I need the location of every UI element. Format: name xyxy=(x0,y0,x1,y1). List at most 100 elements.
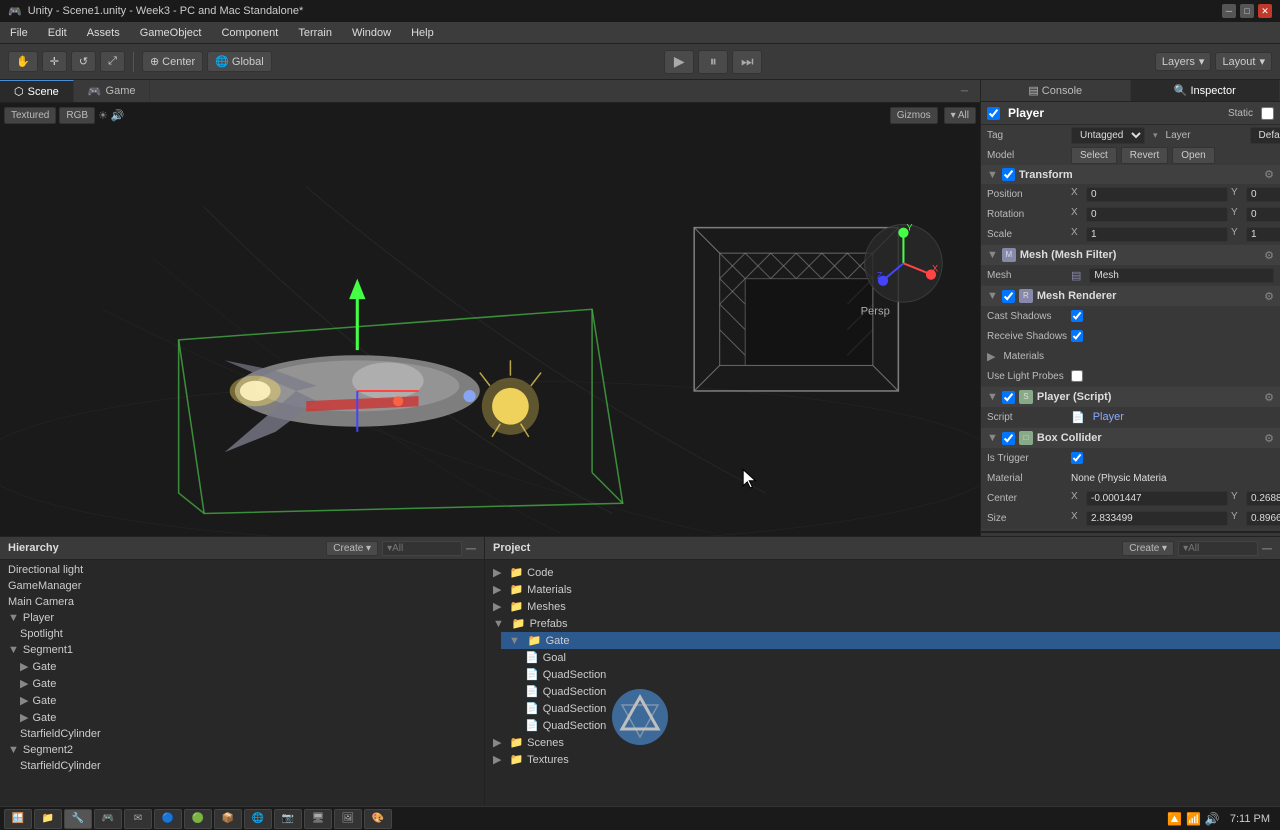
layout-dropdown[interactable]: Layout ▾ xyxy=(1215,52,1272,71)
taskbar-task7[interactable]: 🌐 xyxy=(244,809,272,829)
menu-file[interactable]: File xyxy=(0,25,38,41)
project-textures-folder[interactable]: ▶ 📁 Textures xyxy=(485,751,1280,768)
hierarchy-item-spotlight[interactable]: Spotlight xyxy=(12,626,484,642)
scale-tool-button[interactable]: ⤢ xyxy=(100,51,125,72)
taskbar-task4[interactable]: 🔵 xyxy=(154,809,182,829)
inspector-tab[interactable]: 🔍 Inspector xyxy=(1131,80,1280,101)
textured-button[interactable]: Textured xyxy=(4,107,56,124)
move-tool-button[interactable]: ✛ xyxy=(42,51,67,72)
project-create-button[interactable]: Create ▾ xyxy=(1122,541,1174,556)
object-active-checkbox[interactable] xyxy=(987,107,1000,120)
pos-x-field[interactable]: 0 xyxy=(1086,187,1228,202)
use-light-probes-checkbox[interactable] xyxy=(1071,370,1083,382)
layers-dropdown[interactable]: Layers ▾ xyxy=(1155,52,1212,71)
project-scenes-folder[interactable]: ▶ 📁 Scenes xyxy=(485,734,1280,751)
menu-gameobject[interactable]: GameObject xyxy=(130,25,212,41)
taskbar-explorer[interactable]: 📁 xyxy=(34,809,62,829)
hierarchy-item-gate-3[interactable]: ▶ Gate xyxy=(12,692,484,709)
menu-window[interactable]: Window xyxy=(342,25,401,41)
box-collider-enabled[interactable] xyxy=(1002,432,1015,445)
player-script-header[interactable]: ▼ S Player (Script) ⚙ xyxy=(981,387,1280,407)
pivot-center-button[interactable]: ⊕ Center xyxy=(142,51,203,72)
project-quadsection-1[interactable]: 📄 QuadSection xyxy=(517,666,1280,683)
project-gate-folder[interactable]: ▼ 📁 Gate xyxy=(501,632,1280,649)
minimize-button[interactable]: ─ xyxy=(1222,4,1236,18)
hierarchy-item-player[interactable]: ▼ Player xyxy=(0,610,484,626)
hierarchy-collapse-btn[interactable]: ─ xyxy=(466,540,476,556)
center-y-field[interactable]: 0.2688845 xyxy=(1246,491,1280,506)
taskbar-task1[interactable]: 🔧 xyxy=(64,809,92,829)
static-checkbox[interactable] xyxy=(1261,107,1274,120)
all-layers-button[interactable]: ▾ All xyxy=(944,107,976,124)
script-enabled[interactable] xyxy=(1002,391,1015,404)
space-global-button[interactable]: 🌐 Global xyxy=(207,51,272,72)
menu-help[interactable]: Help xyxy=(401,25,444,41)
hierarchy-item-gamemanager[interactable]: GameManager xyxy=(0,578,484,594)
scale-x-field[interactable]: 1 xyxy=(1086,227,1228,242)
menu-assets[interactable]: Assets xyxy=(77,25,130,41)
hierarchy-item-starfield-2[interactable]: StarfieldCylinder xyxy=(12,758,484,774)
menu-component[interactable]: Component xyxy=(211,25,288,41)
size-y-field[interactable]: 0.8966 xyxy=(1246,511,1280,526)
layer-dropdown[interactable]: Default xyxy=(1250,127,1280,144)
rot-x-field[interactable]: 0 xyxy=(1086,207,1228,222)
game-tab[interactable]: 🎮 Game xyxy=(74,80,151,102)
mesh-field[interactable]: Mesh xyxy=(1089,268,1274,283)
taskbar-task6[interactable]: 📦 xyxy=(214,809,242,829)
transform-header[interactable]: ▼ Transform ⚙ xyxy=(981,165,1280,184)
box-collider-header[interactable]: ▼ □ Box Collider ⚙ xyxy=(981,428,1280,448)
hierarchy-item-gate-2[interactable]: ▶ Gate xyxy=(12,675,484,692)
hierarchy-create-button[interactable]: Create ▾ xyxy=(326,541,378,556)
maximize-button[interactable]: □ xyxy=(1240,4,1254,18)
hierarchy-item-main-camera[interactable]: Main Camera xyxy=(0,594,484,610)
console-tab[interactable]: ▤ Console xyxy=(981,80,1131,101)
step-button[interactable]: ⏭ xyxy=(732,50,762,74)
scale-y-field[interactable]: 1 xyxy=(1246,227,1280,242)
taskbar-task2[interactable]: 🎮 xyxy=(94,809,122,829)
taskbar-task9[interactable]: 🖥 xyxy=(304,809,332,829)
project-goal-file[interactable]: 📄 Goal xyxy=(517,649,1280,666)
transform-enabled[interactable] xyxy=(1002,168,1015,181)
select-model-button[interactable]: Select xyxy=(1071,147,1117,164)
tag-dropdown[interactable]: Untagged xyxy=(1071,127,1145,144)
size-x-field[interactable]: 2.833499 xyxy=(1086,511,1228,526)
mesh-filter-header[interactable]: ▼ M Mesh (Mesh Filter) ⚙ xyxy=(981,245,1280,265)
project-search[interactable] xyxy=(1178,541,1258,556)
is-trigger-checkbox[interactable] xyxy=(1071,452,1083,464)
mesh-renderer-header[interactable]: ▼ R Mesh Renderer ⚙ xyxy=(981,286,1280,306)
taskbar-task11[interactable]: 🎨 xyxy=(364,809,392,829)
menu-edit[interactable]: Edit xyxy=(38,25,77,41)
project-materials-folder[interactable]: ▶ 📁 Materials xyxy=(485,581,1280,598)
hierarchy-item-gate-4[interactable]: ▶ Gate xyxy=(12,709,484,726)
taskbar-task5[interactable]: 🟢 xyxy=(184,809,212,829)
project-prefabs-folder[interactable]: ▼ 📁 Prefabs xyxy=(485,615,1280,632)
start-button[interactable]: 🪟 xyxy=(4,809,32,829)
pos-y-field[interactable]: 0 xyxy=(1246,187,1280,202)
hierarchy-item-segment1[interactable]: ▼ Segment1 xyxy=(0,642,484,658)
hierarchy-item-segment2[interactable]: ▼ Segment2 xyxy=(0,742,484,758)
play-button[interactable]: ▶ xyxy=(664,50,694,74)
taskbar-task8[interactable]: 📷 xyxy=(274,809,302,829)
project-collapse-btn[interactable]: ─ xyxy=(1262,540,1272,556)
revert-button[interactable]: Revert xyxy=(1121,147,1168,164)
taskbar-task10[interactable]: 🖼 xyxy=(334,809,362,829)
cast-shadows-checkbox[interactable] xyxy=(1071,310,1083,322)
project-meshes-folder[interactable]: ▶ 📁 Meshes xyxy=(485,598,1280,615)
open-button[interactable]: Open xyxy=(1172,147,1214,164)
gizmos-button[interactable]: Gizmos xyxy=(890,107,938,124)
menu-terrain[interactable]: Terrain xyxy=(288,25,342,41)
hand-tool-button[interactable]: ✋ xyxy=(8,51,38,72)
hierarchy-search[interactable] xyxy=(382,541,462,556)
center-x-field[interactable]: -0.0001447 xyxy=(1086,491,1228,506)
hierarchy-item-starfield-1[interactable]: StarfieldCylinder xyxy=(12,726,484,742)
rotate-tool-button[interactable]: ↺ xyxy=(71,51,96,72)
hierarchy-item-directional-light[interactable]: Directional light xyxy=(0,562,484,578)
taskbar-task3[interactable]: ✉ xyxy=(124,809,152,829)
scene-tab[interactable]: ⬡ Scene xyxy=(0,80,74,102)
close-button[interactable]: ✕ xyxy=(1258,4,1272,18)
pause-button[interactable]: ⏸ xyxy=(698,50,728,74)
rot-y-field[interactable]: 0 xyxy=(1246,207,1280,222)
project-code-folder[interactable]: ▶ 📁 Code xyxy=(485,564,1280,581)
mesh-renderer-enabled[interactable] xyxy=(1002,290,1015,303)
receive-shadows-checkbox[interactable] xyxy=(1071,330,1083,342)
